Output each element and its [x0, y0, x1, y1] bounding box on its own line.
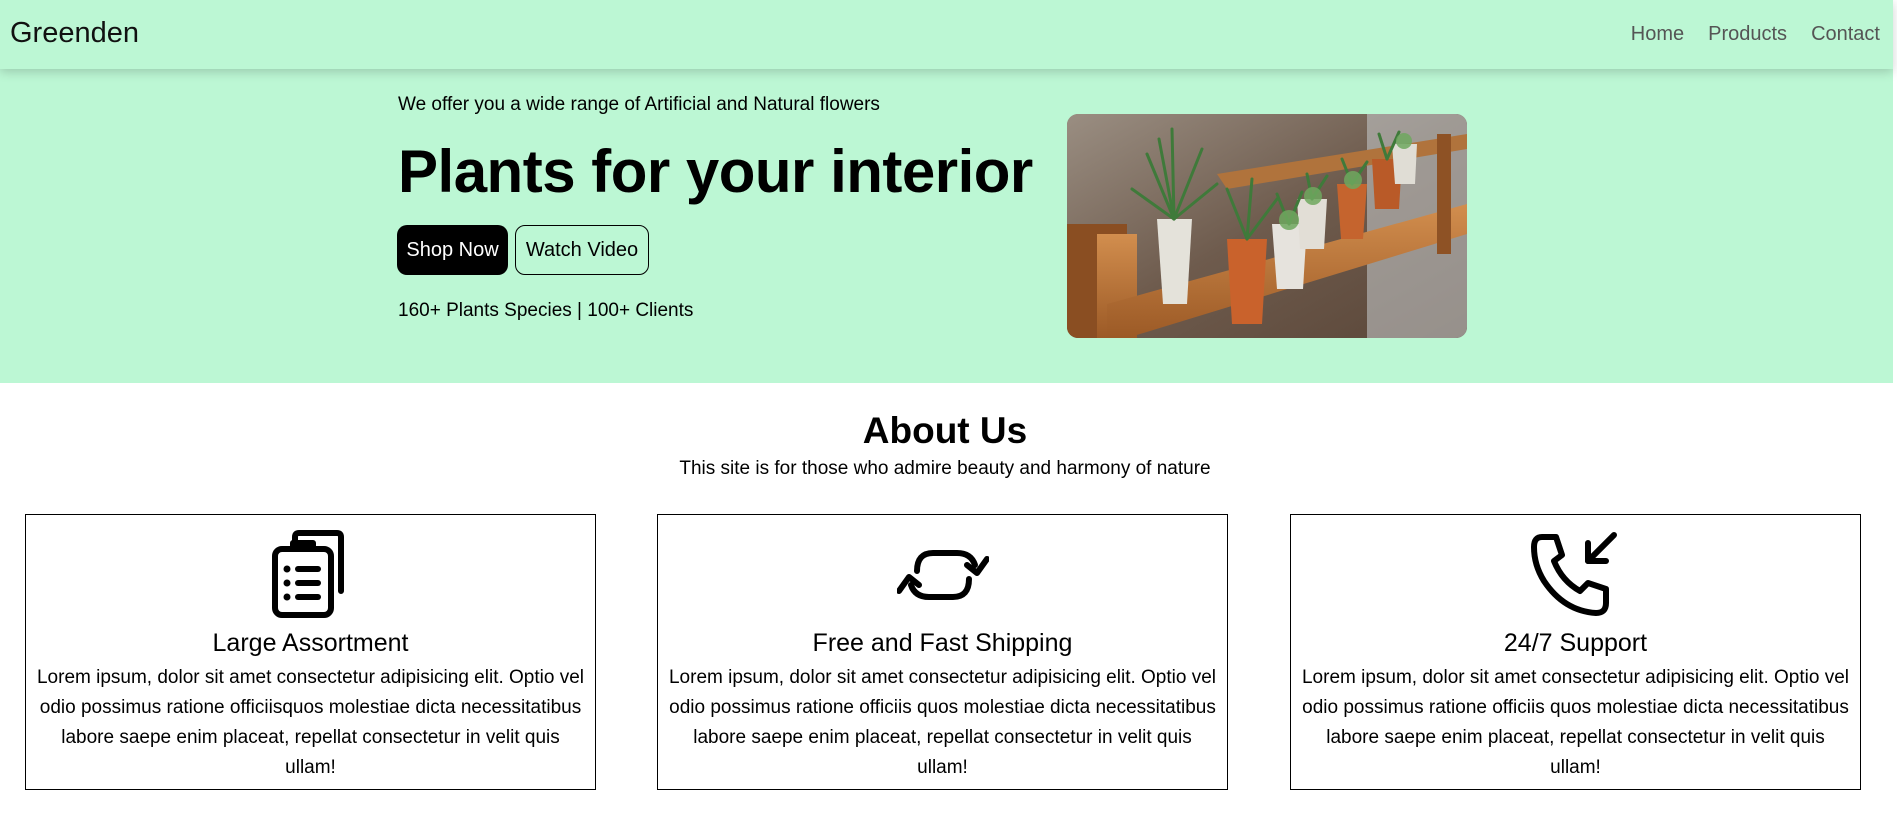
card-title: Free and Fast Shipping: [812, 629, 1073, 657]
about-subtitle: This site is for those who admire beauty…: [679, 458, 1211, 479]
shop-now-button[interactable]: Shop Now: [397, 225, 508, 275]
card-text: Lorem ipsum, dolor sit amet consectetur …: [668, 667, 1217, 778]
card-title: 24/7 Support: [1503, 629, 1648, 657]
nav-link-products[interactable]: Products: [1708, 23, 1787, 46]
phone-incoming-icon: [1530, 532, 1617, 616]
feature-card-support: 24/7 Support Lorem ipsum, dolor sit amet…: [1290, 514, 1861, 790]
nav-link-contact[interactable]: Contact: [1811, 23, 1880, 46]
nav-links: Home Products Contact: [1631, 23, 1880, 46]
card-title: Large Assortment: [212, 629, 409, 657]
hero-plants-image: [1067, 114, 1467, 338]
hero-section: We offer you a wide range of Artificial …: [0, 62, 1893, 383]
nav-link-home[interactable]: Home: [1631, 23, 1684, 46]
card-text: Lorem ipsum, dolor sit amet consectetur …: [36, 667, 585, 778]
refresh-arrows-icon: [896, 550, 989, 600]
hero-subtitle: We offer you a wide range of Artificial …: [398, 94, 880, 115]
feature-card-shipping: Free and Fast Shipping Lorem ipsum, dolo…: [657, 514, 1228, 790]
navbar: Greenden Home Products Contact: [0, 0, 1893, 69]
card-text: Lorem ipsum, dolor sit amet consectetur …: [1301, 667, 1850, 778]
feature-card-assortment: Large Assortment Lorem ipsum, dolor sit …: [25, 514, 596, 790]
watch-video-button[interactable]: Watch Video: [515, 225, 649, 275]
about-title: About Us: [862, 410, 1028, 451]
hero-title: Plants for your interior: [398, 138, 1033, 205]
hero-stats: 160+ Plants Species | 100+ Clients: [398, 300, 694, 321]
brand-logo[interactable]: Greenden: [10, 17, 139, 50]
clipboard-list-icon: [271, 530, 344, 618]
